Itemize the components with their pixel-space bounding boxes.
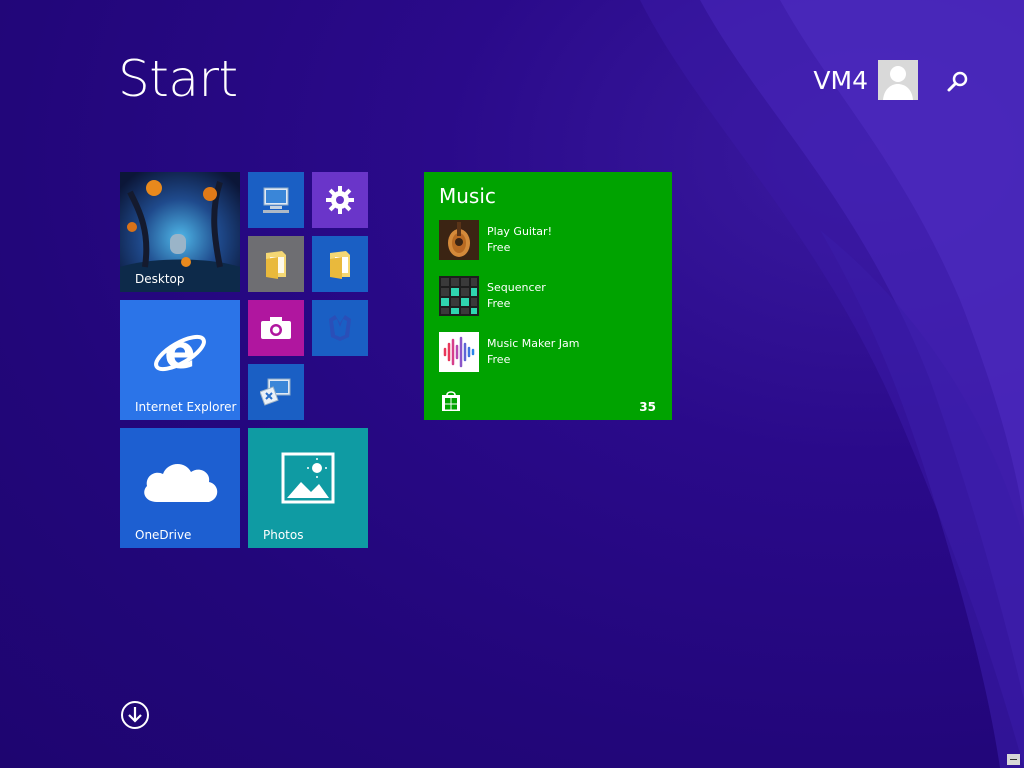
music-maker-jam-icon — [439, 332, 479, 372]
malwarebytes-icon — [329, 315, 351, 341]
sequencer-app-icon — [439, 276, 479, 316]
photo-icon — [281, 452, 335, 504]
internet-explorer-icon: e — [154, 325, 206, 379]
folder-icon — [330, 251, 350, 279]
music-app-play-guitar[interactable]: Play Guitar! Free — [439, 220, 659, 262]
app-price: Free — [487, 241, 511, 254]
gear-icon — [326, 186, 354, 214]
music-title: Music — [439, 184, 496, 208]
folder-icon — [266, 251, 286, 279]
music-tile[interactable]: Music Play Guitar! Free Sequencer Free M… — [424, 172, 672, 420]
this-pc-tile[interactable] — [248, 172, 304, 228]
camera-icon — [261, 317, 291, 339]
app-name: Play Guitar! — [487, 225, 552, 238]
photos-label: Photos — [263, 528, 304, 542]
svg-text:e: e — [164, 325, 195, 379]
documents-tile[interactable] — [312, 236, 368, 292]
music-app-sequencer[interactable]: Sequencer Free — [439, 276, 659, 318]
photos-tile[interactable]: Photos — [248, 428, 368, 548]
music-badge-count: 35 — [639, 400, 656, 414]
guitar-app-icon — [439, 220, 479, 260]
internet-explorer-label: Internet Explorer — [135, 400, 237, 414]
onedrive-label: OneDrive — [135, 528, 192, 542]
remote-desktop-tile[interactable] — [248, 364, 304, 420]
camera-tile[interactable] — [248, 300, 304, 356]
desktop-tile[interactable]: Desktop — [120, 172, 240, 292]
down-arrow-icon[interactable] — [120, 700, 150, 730]
file-explorer-tile[interactable] — [248, 236, 304, 292]
desktop-label: Desktop — [135, 272, 185, 286]
start-title: Start — [118, 50, 238, 108]
settings-tile[interactable] — [312, 172, 368, 228]
search-icon[interactable] — [944, 68, 972, 96]
window-corner-control[interactable] — [1007, 754, 1020, 765]
cloud-icon — [144, 463, 218, 502]
store-icon — [442, 391, 460, 411]
app-name: Sequencer — [487, 281, 546, 294]
music-app-music-maker-jam[interactable]: Music Maker Jam Free — [439, 332, 659, 374]
app-name: Music Maker Jam — [487, 337, 580, 350]
remote-desktop-icon — [260, 378, 291, 406]
internet-explorer-tile[interactable]: e Internet Explorer — [120, 300, 240, 420]
app-price: Free — [487, 297, 511, 310]
computer-icon — [263, 187, 289, 213]
onedrive-tile[interactable]: OneDrive — [120, 428, 240, 548]
user-avatar-icon — [878, 60, 918, 100]
user-name: VM4 — [813, 65, 868, 95]
app-price: Free — [487, 353, 511, 366]
malwarebytes-tile[interactable] — [312, 300, 368, 356]
user-account[interactable]: VM4 — [813, 60, 918, 100]
